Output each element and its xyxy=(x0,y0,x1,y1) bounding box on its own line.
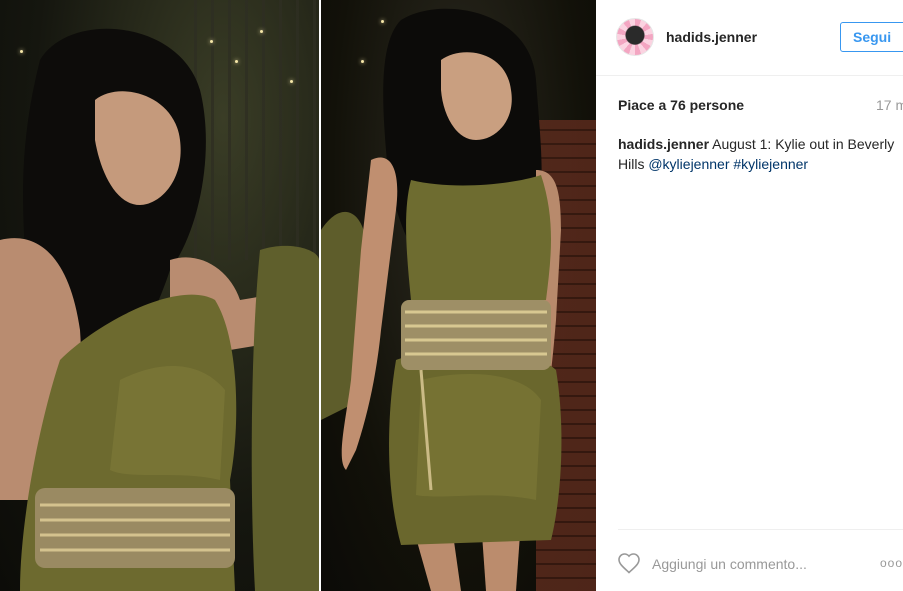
follow-button[interactable]: Segui xyxy=(840,22,903,52)
caption-username[interactable]: hadids.jenner xyxy=(618,136,709,152)
comment-divider xyxy=(618,529,903,530)
profile-avatar[interactable] xyxy=(616,18,654,56)
mention-link[interactable]: @kyliejenner xyxy=(648,156,729,172)
post-header: hadids.jenner Segui xyxy=(596,0,903,76)
photo-panel-right xyxy=(321,0,596,591)
woman-figure-left xyxy=(0,28,319,591)
heart-icon[interactable] xyxy=(617,552,641,574)
username-link[interactable]: hadids.jenner xyxy=(666,29,757,45)
ellipsis-icon[interactable]: ooo xyxy=(880,556,903,570)
caption-text: August 1: Kylie out in Beverly xyxy=(709,136,895,152)
caption-text-cont: Hills xyxy=(618,156,649,172)
post-caption: hadids.jenner August 1: Kylie out in Bev… xyxy=(618,134,903,174)
hashtag-link[interactable]: #kyliejenner xyxy=(733,156,808,172)
post-image[interactable] xyxy=(0,0,596,591)
woman-figure-right xyxy=(321,8,562,591)
post-timestamp[interactable]: 17 m xyxy=(876,97,903,113)
likes-count[interactable]: Piace a 76 persone xyxy=(618,97,744,113)
photo-panel-left xyxy=(0,0,319,591)
comment-input[interactable] xyxy=(652,554,852,574)
follow-button-label: Segui xyxy=(853,29,892,45)
